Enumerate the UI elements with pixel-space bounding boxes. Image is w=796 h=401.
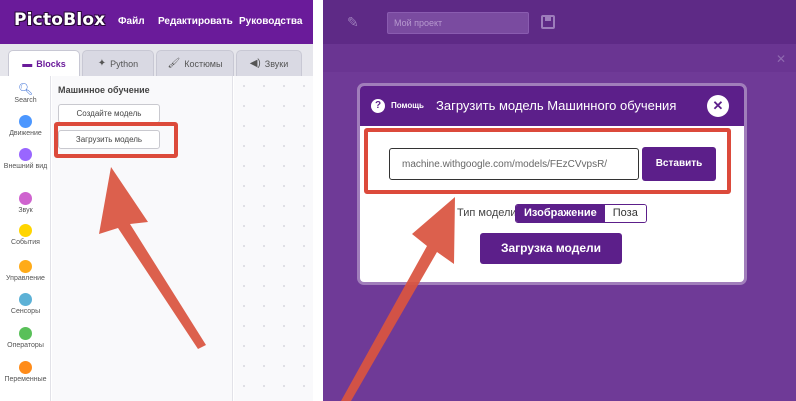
category-dot <box>19 361 32 374</box>
model-type-image-option[interactable]: Изображение <box>516 205 605 222</box>
close-button[interactable]: ✕ <box>707 95 729 117</box>
project-name-input[interactable]: Мой проект <box>387 12 529 34</box>
category-looks[interactable]: Внешний вид <box>0 148 51 171</box>
editor-tabs: ▬ Blocks ✦ Python 🖌 Костюмы ◀) Звуки <box>0 44 313 77</box>
pen-icon: ✎ <box>347 14 359 30</box>
dialog-title: Загрузить модель Машинного обучения <box>436 98 677 113</box>
category-dot <box>19 293 32 306</box>
menu-file[interactable]: Файл <box>118 16 145 27</box>
category-control[interactable]: Управление <box>0 260 51 283</box>
category-events[interactable]: События <box>0 224 51 247</box>
model-type-label: Тип модели: <box>457 207 520 219</box>
top-menu-bar: PictoBlox Файл Редактировать Руководства <box>0 0 313 44</box>
category-dot <box>19 148 32 161</box>
category-variables[interactable]: Переменные <box>0 361 51 384</box>
blocks-icon: ▬ <box>22 58 33 70</box>
python-icon: ✦ <box>97 58 107 69</box>
search-icon: 🔍︎ <box>17 82 34 96</box>
brush-icon: 🖌 <box>167 58 181 69</box>
pictoblox-editor: PictoBlox Файл Редактировать Руководства… <box>0 0 313 401</box>
help-label[interactable]: Помощь <box>391 101 424 110</box>
script-workspace[interactable] <box>234 76 313 401</box>
category-dot <box>19 192 32 205</box>
palette-section-title: Машинное обучение <box>58 85 150 95</box>
help-icon[interactable]: ? <box>371 99 385 113</box>
speaker-icon: ◀) <box>249 58 261 69</box>
highlight-box <box>54 122 178 158</box>
category-dot <box>19 224 32 237</box>
tab-blocks[interactable]: ▬ Blocks <box>8 50 80 77</box>
category-motion[interactable]: Движение <box>0 115 51 138</box>
tab-python[interactable]: ✦ Python <box>82 50 154 76</box>
tab-costumes[interactable]: 🖌 Костюмы <box>156 50 234 76</box>
save-icon[interactable] <box>541 15 555 29</box>
highlight-box <box>364 128 731 194</box>
load-model-button[interactable]: Загрузка модели <box>480 233 622 264</box>
model-type-pose-option[interactable]: Поза <box>604 205 646 222</box>
category-column: 🔍︎ Search Движение Внешний вид Звук Собы… <box>0 76 51 401</box>
category-sound[interactable]: Звук <box>0 192 51 215</box>
category-dot <box>19 115 32 128</box>
dialog-header: ? Помощь Загрузить модель Машинного обуч… <box>360 86 744 126</box>
category-sensing[interactable]: Сенсоры <box>0 293 51 316</box>
menu-edit[interactable]: Редактировать <box>158 16 233 27</box>
close-icon: ✕ <box>775 52 786 66</box>
category-search[interactable]: 🔍︎ Search <box>0 82 51 105</box>
category-operators[interactable]: Операторы <box>0 327 51 350</box>
pictoblox-dialog-view: ✎ Мой проект ✕ ? Помощь Загрузить модель… <box>323 0 796 401</box>
tab-sounds[interactable]: ◀) Звуки <box>236 50 302 76</box>
dimmed-top-bar: ✎ Мой проект <box>323 0 796 44</box>
category-dot <box>19 327 32 340</box>
model-type-toggle: Изображение Поза <box>515 204 647 223</box>
pictoblox-logo: PictoBlox <box>14 10 106 30</box>
create-model-button[interactable]: Создайте модель <box>58 104 160 123</box>
dimmed-toolbar <box>323 44 796 72</box>
image-divider <box>313 0 323 401</box>
menu-tutorials[interactable]: Руководства <box>239 16 302 27</box>
category-dot <box>19 260 32 273</box>
